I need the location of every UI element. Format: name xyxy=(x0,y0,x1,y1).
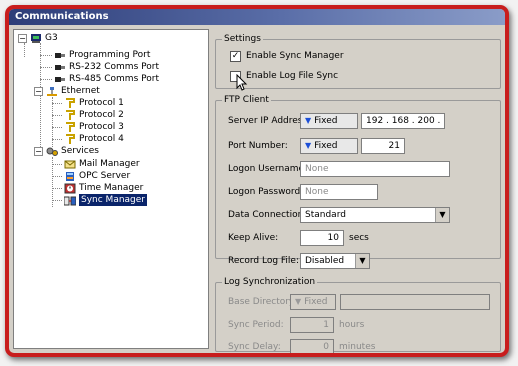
tree-item-opc-server[interactable]: OPC Server xyxy=(64,170,130,182)
logon-username-input[interactable]: None xyxy=(300,161,450,177)
data-connection-select[interactable]: Standard ▼ xyxy=(300,207,450,223)
dropdown-arrow-icon[interactable]: ▼ xyxy=(355,254,369,268)
tree-item-ethernet[interactable]: − Ethernet xyxy=(34,85,100,97)
tree-item-protocol-4[interactable]: Protocol 4 xyxy=(64,133,124,145)
select-value: Disabled xyxy=(305,256,345,266)
checkbox-label: Enable Sync Manager xyxy=(246,51,344,61)
field-label: Server IP Address: xyxy=(228,116,311,126)
logon-password-input[interactable]: None xyxy=(300,184,378,200)
server-ip-mode-button[interactable]: ▼ Fixed xyxy=(300,113,358,129)
tree-label: Programming Port xyxy=(69,50,151,60)
protocol-icon xyxy=(64,121,76,133)
select-value: Standard xyxy=(305,210,346,220)
collapse-icon[interactable]: − xyxy=(34,146,43,156)
tree-label: Protocol 4 xyxy=(79,134,124,144)
settings-group: Settings ✓ Enable Sync Manager Enable Lo… xyxy=(215,33,501,91)
tree-item-time-manager[interactable]: Time Manager xyxy=(64,182,143,194)
tree-item-rs232-port[interactable]: RS-232 Comms Port xyxy=(54,61,159,73)
dropdown-arrow-icon[interactable]: ▼ xyxy=(435,208,449,222)
group-title: Log Synchronization xyxy=(222,276,318,288)
checkbox-label: Enable Log File Sync xyxy=(246,71,339,81)
port-number-input[interactable]: 21 xyxy=(361,138,405,154)
tree-item-rs485-port[interactable]: RS-485 Comms Port xyxy=(54,73,159,85)
tree-label: Mail Manager xyxy=(79,159,140,169)
device-icon xyxy=(30,33,42,44)
tree-label: Sync Manager xyxy=(79,194,148,206)
unit-label: minutes xyxy=(339,342,376,352)
tree-label: OPC Server xyxy=(79,171,131,181)
port-mode-button[interactable]: ▼ Fixed xyxy=(300,138,358,154)
tree-label: Protocol 3 xyxy=(79,122,124,132)
tree-label: Services xyxy=(61,146,99,156)
button-label: Fixed xyxy=(314,141,338,151)
dropdown-triangle-icon: ▼ xyxy=(305,141,312,150)
field-label: Record Log File: xyxy=(228,256,299,266)
protocol-icon xyxy=(64,109,76,121)
field-label: Data Connection: xyxy=(228,210,307,220)
field-label: Sync Period: xyxy=(228,320,284,330)
group-title: Settings xyxy=(222,33,263,45)
record-log-file-select[interactable]: Disabled ▼ xyxy=(300,253,370,269)
tree-item-protocol-2[interactable]: Protocol 2 xyxy=(64,109,124,121)
device-tree[interactable]: − G3 Programming Port RS-232 Comms Port … xyxy=(13,29,209,349)
server-ip-input[interactable]: 192 . 168 . 200 . 1 xyxy=(361,113,445,129)
sync-icon xyxy=(64,195,76,206)
tree-label: G3 xyxy=(45,33,58,43)
field-label: Base Directory: xyxy=(228,297,297,307)
sync-delay-input[interactable]: 0 xyxy=(290,339,334,353)
clock-icon xyxy=(64,183,76,194)
tree-item-services[interactable]: − Services xyxy=(34,145,99,157)
tree-label: RS-485 Comms Port xyxy=(69,74,159,84)
field-label: Keep Alive: xyxy=(228,233,279,243)
field-label: Sync Delay: xyxy=(228,342,281,352)
button-label: Fixed xyxy=(314,116,338,126)
tree-label: Protocol 2 xyxy=(79,110,124,120)
protocol-icon xyxy=(64,133,76,145)
port-icon xyxy=(54,62,66,73)
field-label: Port Number: xyxy=(228,141,288,151)
communications-window: Communications − G3 Programming Port RS-… xyxy=(5,5,509,357)
unit-label: secs xyxy=(349,233,369,243)
port-icon xyxy=(54,74,66,85)
network-icon xyxy=(46,86,58,97)
unit-label: hours xyxy=(339,320,365,330)
field-label: Logon Username: xyxy=(228,164,308,174)
collapse-icon[interactable]: − xyxy=(34,86,43,96)
tree-label: Time Manager xyxy=(79,183,144,193)
enable-sync-manager-checkbox[interactable]: ✓ xyxy=(230,51,241,62)
tree-item-g3[interactable]: − G3 xyxy=(18,32,58,44)
tree-item-sync-manager[interactable]: Sync Manager xyxy=(64,194,148,206)
base-directory-mode-button[interactable]: ▼ Fixed xyxy=(290,294,336,310)
mail-icon xyxy=(64,159,76,170)
mouse-cursor-icon xyxy=(236,74,248,91)
dropdown-triangle-icon: ▼ xyxy=(295,297,302,306)
port-icon xyxy=(54,50,66,61)
server-icon xyxy=(64,171,76,182)
collapse-icon[interactable]: − xyxy=(18,33,27,43)
tree-item-programming-port[interactable]: Programming Port xyxy=(54,49,150,61)
field-label: Logon Password: xyxy=(228,187,304,197)
protocol-icon xyxy=(64,97,76,109)
tree-label: Protocol 1 xyxy=(79,98,124,108)
keep-alive-input[interactable]: 10 xyxy=(300,230,344,246)
tree-item-mail-manager[interactable]: Mail Manager xyxy=(64,158,140,170)
group-title: FTP Client xyxy=(222,94,271,106)
tree-item-protocol-1[interactable]: Protocol 1 xyxy=(64,97,124,109)
ftp-client-group: FTP Client Server IP Address: ▼ Fixed 19… xyxy=(215,94,501,269)
base-directory-input[interactable] xyxy=(340,294,490,310)
gears-icon xyxy=(46,146,58,157)
tree-item-protocol-3[interactable]: Protocol 3 xyxy=(64,121,124,133)
sync-period-input[interactable]: 1 xyxy=(290,317,334,333)
window-title: Communications xyxy=(9,9,505,25)
log-sync-group: Log Synchronization Base Directory: ▼ Fi… xyxy=(215,276,501,353)
dropdown-triangle-icon: ▼ xyxy=(305,116,312,125)
tree-label: Ethernet xyxy=(61,86,100,96)
button-label: Fixed xyxy=(304,297,328,307)
tree-label: RS-232 Comms Port xyxy=(69,62,159,72)
